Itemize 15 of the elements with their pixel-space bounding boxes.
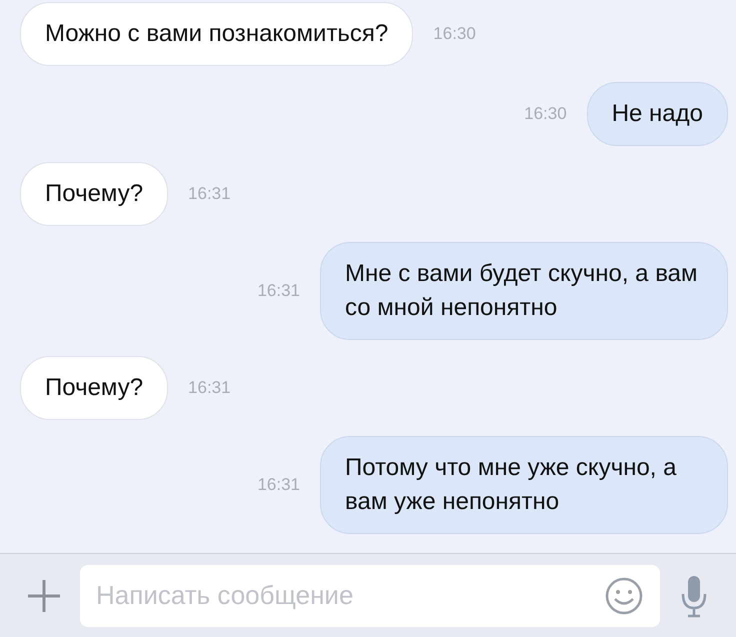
message-bubble: Почему? [20,356,168,420]
message-time: 16:31 [188,183,231,206]
message-bubble: Не надо [586,82,728,146]
message-bubble: Мне с вами будет скучно, а вам со мной непонятно [320,242,728,340]
message-time: 16:30 [524,103,567,126]
message-input[interactable]: Написать сообщение [96,576,604,615]
message-time: 16:31 [257,474,300,496]
message-bubble: Потому что мне уже скучно, а вам уже непонятно [320,436,728,534]
message-time: 16:31 [257,280,300,302]
message-time: 16:30 [433,23,476,46]
message-field[interactable]: Написать сообщение [80,564,660,626]
message-bubble: Можно с вами познакомиться? [20,2,414,66]
smiley-icon[interactable] [604,576,644,616]
message-time: 16:31 [188,377,231,400]
message-bubble: Почему? [20,162,168,226]
